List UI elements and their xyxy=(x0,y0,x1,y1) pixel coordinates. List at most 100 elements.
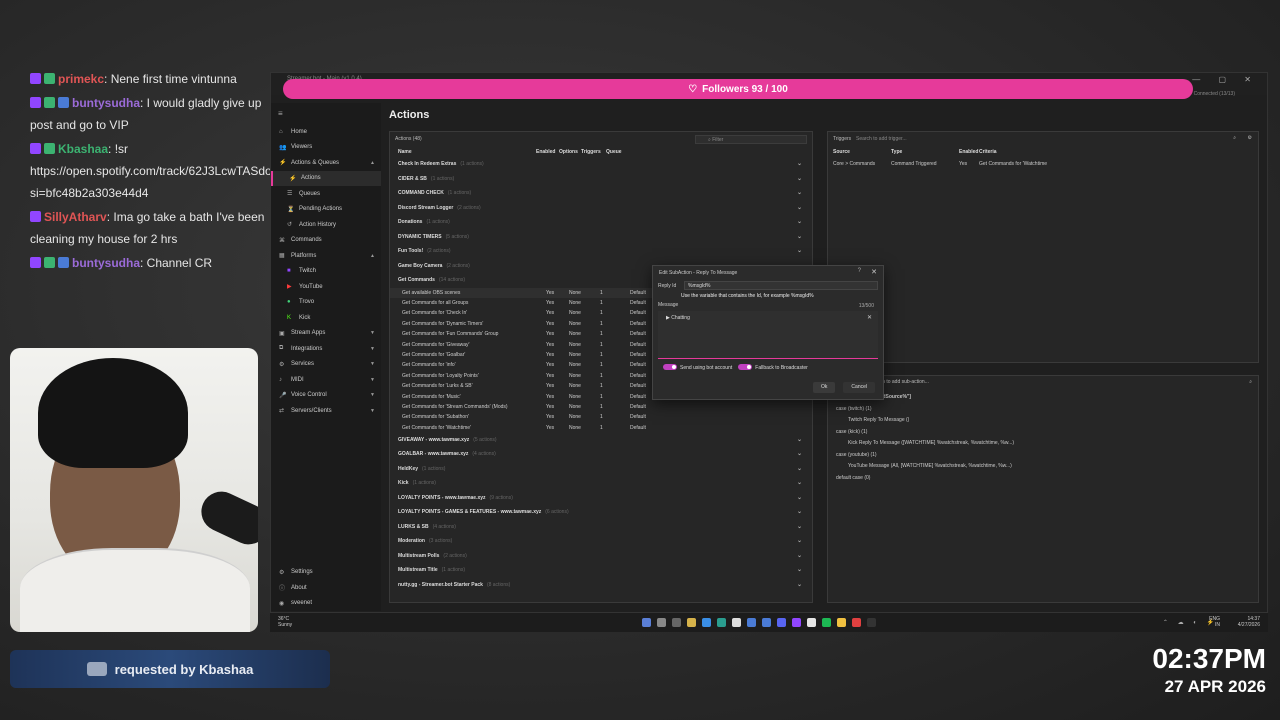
subaction-item[interactable]: default case (0) xyxy=(828,473,1258,485)
clear-icon[interactable]: ✕ xyxy=(867,314,872,321)
column-name[interactable]: Name xyxy=(398,149,536,157)
chevron-down-icon[interactable]: ⌄ xyxy=(797,204,802,211)
sidebar-item-platforms[interactable]: ▦ Platforms ▲ xyxy=(271,248,381,264)
chevron-icon[interactable]: ▼ xyxy=(370,361,375,367)
fallback-toggle[interactable]: Fallback to Broadcaster xyxy=(738,364,808,371)
app-icon[interactable] xyxy=(837,618,846,627)
chevron-icon[interactable]: ▲ xyxy=(370,160,375,166)
column-source[interactable]: Source xyxy=(833,149,891,155)
cancel-button[interactable]: Cancel xyxy=(843,382,875,393)
action-row[interactable]: Get Commands for 'Watchtime' Yes None 1 Defa… xyxy=(390,423,812,433)
sidebar-item-commands[interactable]: ⌘ Commands xyxy=(271,233,381,249)
message-field[interactable]: 13/500 ▶ Chatting ✕ xyxy=(658,303,878,359)
action-group[interactable]: Multistream Polls (2 actions) ⌄ xyxy=(390,549,812,564)
chevron-down-icon[interactable]: ⌄ xyxy=(797,160,802,167)
sidebar-item-home[interactable]: ⌂ Home xyxy=(271,124,381,140)
action-group[interactable]: Moderation (3 actions) ⌄ xyxy=(390,534,812,549)
action-group[interactable]: CIDER & SB (1 actions) ⌄ xyxy=(390,172,812,187)
sidebar-item-integrations[interactable]: ⧉ Integrations ▼ xyxy=(271,341,381,357)
action-row[interactable]: Get Commands for 'Subathon' Yes None 1 Defau… xyxy=(390,412,812,422)
sidebar-item-services[interactable]: ⚙ Services ▼ xyxy=(271,357,381,373)
search-icon[interactable] xyxy=(657,618,666,627)
chat-username[interactable]: primekc xyxy=(58,72,104,86)
gear-icon[interactable]: ⚙ xyxy=(1248,135,1252,141)
chevron-down-icon[interactable]: ⌄ xyxy=(797,233,802,240)
subaction-item[interactable]: case (kick) (1) xyxy=(828,427,1258,439)
sidebar-item-action-history[interactable]: ↺ Action History xyxy=(271,217,381,233)
action-group[interactable]: COMMAND CHECK (1 actions) ⌄ xyxy=(390,186,812,201)
language-indicator[interactable]: ENG IN xyxy=(1209,616,1220,628)
subaction-search-placeholder[interactable]: ...h to add sub-action... xyxy=(878,379,929,385)
sidebar-item-youtube[interactable]: ▶ YouTube xyxy=(271,279,381,295)
subaction-item[interactable]: Twitch Reply To Message () xyxy=(828,415,1258,427)
action-row[interactable]: Get Commands for 'Stream Commands' (Mods… xyxy=(390,402,812,412)
notion-icon[interactable] xyxy=(732,618,741,627)
sidebar-item-viewers[interactable]: 👥 Viewers xyxy=(271,140,381,156)
ok-button[interactable]: Ok xyxy=(813,382,836,393)
close-icon[interactable]: ✕ xyxy=(871,268,877,276)
toggle-switch[interactable] xyxy=(738,364,753,370)
menu-icon[interactable]: ≡ xyxy=(271,103,381,124)
sidebar-item-queues[interactable]: ☰ Queues xyxy=(271,186,381,202)
column-enabled[interactable]: Enabled xyxy=(536,149,559,157)
chevron-down-icon[interactable]: ⌄ xyxy=(797,581,802,588)
chevron-icon[interactable]: ▼ xyxy=(370,330,375,336)
chevron-down-icon[interactable]: ⌄ xyxy=(797,175,802,182)
sidebar-item-actions[interactable]: ⚡ Actions xyxy=(271,170,381,186)
column-type[interactable]: Type xyxy=(891,149,959,155)
spotify-icon[interactable] xyxy=(822,618,831,627)
edge-icon[interactable] xyxy=(717,618,726,627)
column-options[interactable]: Options xyxy=(559,149,581,157)
sidebar-item-twitch[interactable]: ■ Twitch xyxy=(271,264,381,280)
file-explorer-icon[interactable] xyxy=(687,618,696,627)
chevron-icon[interactable]: ▲ xyxy=(370,253,375,259)
trigger-search-input[interactable]: Search to add trigger... xyxy=(856,135,1236,144)
chat-username[interactable]: buntysudha xyxy=(72,256,140,270)
chevron-icon[interactable]: ▼ xyxy=(370,392,375,398)
subaction-item[interactable]: Kick Reply To Message ([WATCHTIME] %watc… xyxy=(828,438,1258,450)
subaction-item[interactable]: case (youtube) (1) xyxy=(828,450,1258,462)
subaction-item[interactable]: ...mandSource%"] xyxy=(828,392,1258,404)
action-group[interactable]: Discord Stream Logger (2 actions) ⌄ xyxy=(390,201,812,216)
chevron-down-icon[interactable]: ⌄ xyxy=(797,465,802,472)
search-icon[interactable]: ⌕ xyxy=(1233,135,1236,141)
sidebar-item-trovo[interactable]: ● Trovo xyxy=(271,295,381,311)
sidebar-item-voice-control[interactable]: 🎤 Voice Control ▼ xyxy=(271,388,381,404)
sidebar-item-servers-clients[interactable]: ⇄ Servers/Clients ▼ xyxy=(271,403,381,419)
chevron-down-icon[interactable]: ⌄ xyxy=(797,436,802,443)
action-group[interactable]: GIVEAWAY - www.tawmae.xyz (5 actions) ⌄ xyxy=(390,433,812,448)
chevron-icon[interactable]: ▼ xyxy=(370,377,375,383)
streamerbot-icon[interactable] xyxy=(747,618,756,627)
toggle-switch[interactable] xyxy=(663,364,677,370)
app-icon[interactable] xyxy=(852,618,861,627)
subaction-item[interactable]: case (twitch) (1) xyxy=(828,404,1258,416)
sidebar-item-midi[interactable]: ♪ MIDI ▼ xyxy=(271,372,381,388)
taskbar-clock[interactable]: ENG IN 14:37 4/27/2026 xyxy=(1209,616,1260,628)
sidebar-item-kick[interactable]: K Kick xyxy=(271,310,381,326)
store-icon[interactable] xyxy=(702,618,711,627)
column-triggers[interactable]: Triggers xyxy=(581,149,606,157)
chat-username[interactable]: SillyAtharv xyxy=(44,210,107,224)
bot-account-toggle[interactable]: Send using bot account xyxy=(663,364,732,371)
chevron-down-icon[interactable]: ⌄ xyxy=(797,508,802,515)
chevron-down-icon[interactable]: ⌄ xyxy=(797,450,802,457)
action-group[interactable]: Check In Redeem Extras (1 actions) ⌄ xyxy=(390,157,812,172)
chevron-down-icon[interactable]: ⌄ xyxy=(797,189,802,196)
chevron-down-icon[interactable]: ⌄ xyxy=(797,523,802,530)
chrome-icon[interactable] xyxy=(807,618,816,627)
reply-id-field[interactable]: %msgId% xyxy=(684,281,878,290)
action-group[interactable]: LURKS & SB (4 actions) ⌄ xyxy=(390,520,812,535)
window-controls[interactable]: — ▢ ✕ xyxy=(1192,75,1259,84)
subaction-item[interactable]: YouTube Message (All, [WATCHTIME] %watch… xyxy=(828,461,1258,473)
chevron-down-icon[interactable]: ⌄ xyxy=(797,247,802,254)
chat-username[interactable]: Kbashaa xyxy=(58,142,108,156)
obs-icon[interactable] xyxy=(867,618,876,627)
action-group[interactable]: Multistream Title (1 actions) ⌄ xyxy=(390,563,812,578)
action-group[interactable]: Kick (1 actions) ⌄ xyxy=(390,476,812,491)
search-icon[interactable]: ⌕ xyxy=(1249,379,1252,385)
trigger-row[interactable]: Core > Commands Command Triggered Yes Ge… xyxy=(828,158,1258,170)
chevron-down-icon[interactable]: ⌄ xyxy=(797,566,802,573)
chat-username[interactable]: buntysudha xyxy=(72,96,140,110)
chevron-down-icon[interactable]: ⌄ xyxy=(797,479,802,486)
start-icon[interactable] xyxy=(642,618,651,627)
